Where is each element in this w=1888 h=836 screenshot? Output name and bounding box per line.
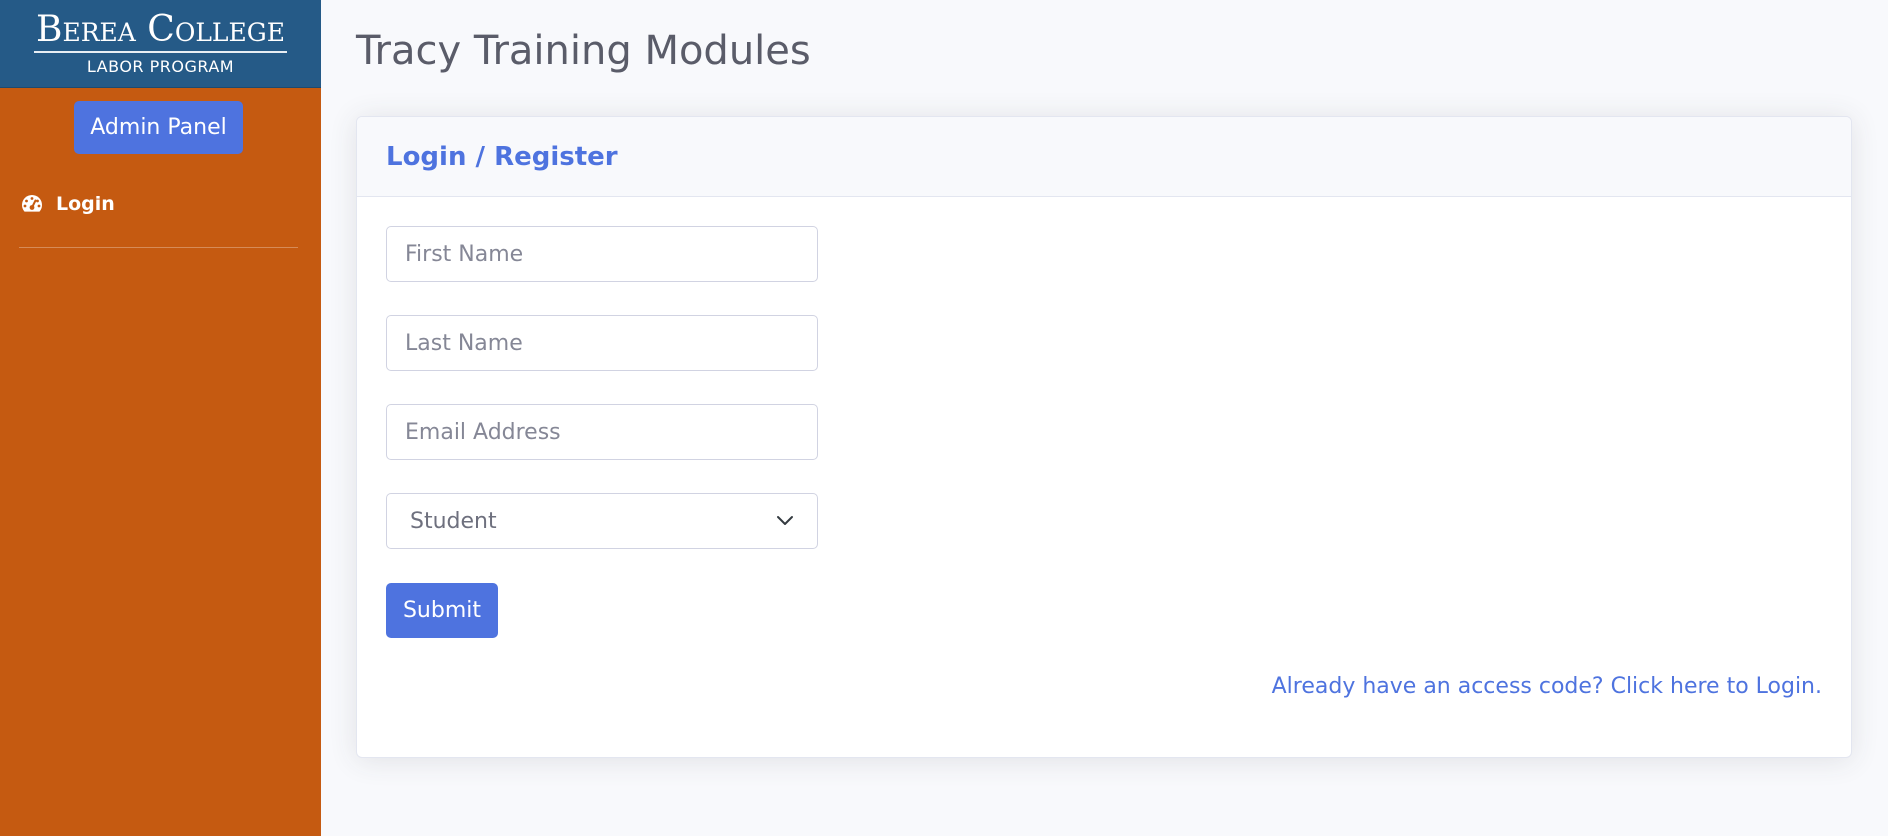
admin-panel-button[interactable]: Admin Panel: [74, 101, 243, 154]
role-select-value: Student: [410, 508, 497, 534]
submit-button[interactable]: Submit: [386, 583, 498, 638]
sidebar-item-label: Login: [56, 193, 115, 215]
role-select[interactable]: Student: [386, 493, 818, 549]
email-input[interactable]: [386, 404, 818, 460]
main-content: Tracy Training Modules Login / Register …: [321, 0, 1888, 836]
brand-subtitle: LABOR PROGRAM: [86, 57, 235, 76]
page-title: Tracy Training Modules: [356, 28, 811, 74]
access-code-login-link[interactable]: Already have an access code? Click here …: [1272, 674, 1822, 699]
login-register-card: Login / Register Student Submit Already …: [356, 116, 1852, 758]
brand-logo[interactable]: Berea College LABOR PROGRAM: [0, 0, 321, 88]
chevron-down-icon: [776, 515, 794, 527]
first-name-input[interactable]: [386, 226, 818, 282]
last-name-input[interactable]: [386, 315, 818, 371]
sidebar-divider: [19, 247, 298, 248]
brand-title: Berea College: [34, 11, 287, 53]
card-header-title: Login / Register: [386, 141, 618, 172]
card-header: Login / Register: [357, 117, 1851, 197]
tachometer-icon: [20, 193, 44, 215]
sidebar: Berea College LABOR PROGRAM Admin Panel …: [0, 0, 321, 836]
sidebar-item-login[interactable]: Login: [20, 193, 115, 215]
